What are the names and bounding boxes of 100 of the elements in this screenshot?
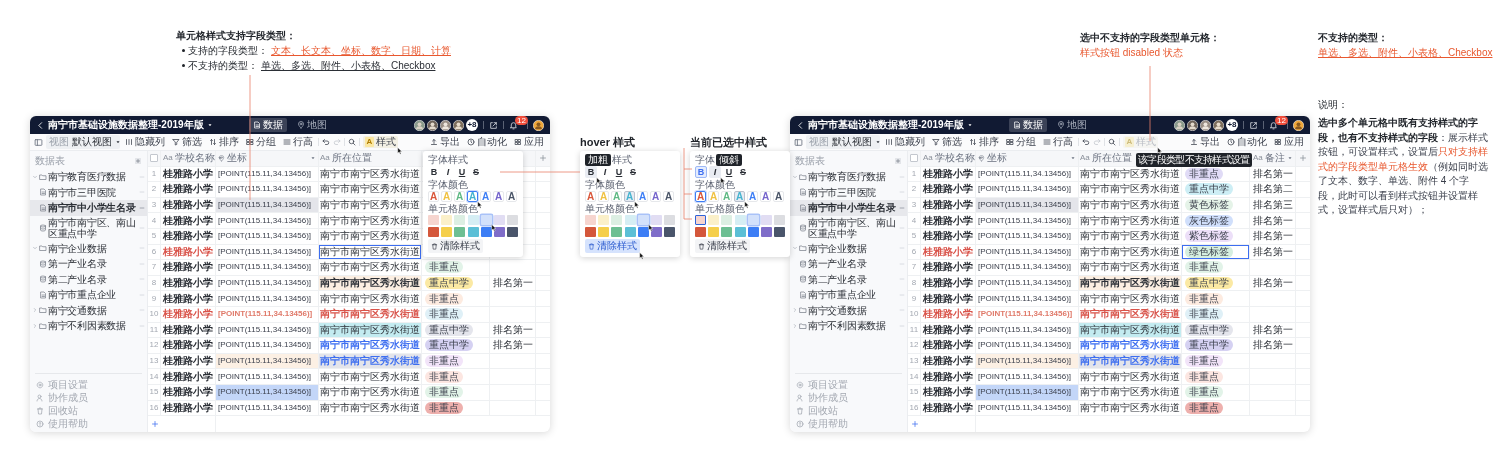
more-icon[interactable]	[899, 204, 905, 211]
share-icon[interactable]	[489, 120, 498, 130]
column-header[interactable]: 坐标	[976, 151, 1079, 166]
sidebar-item[interactable]: 南宁市南宁区、南山区重点中学	[790, 215, 907, 241]
sidebar-item[interactable]: 南宁市三甲医院	[790, 184, 907, 200]
back-button[interactable]	[36, 120, 45, 130]
apps-button[interactable]: 应用	[512, 136, 546, 148]
strikethrough-button[interactable]: S	[470, 166, 482, 178]
cell-color-swatch[interactable]	[774, 215, 786, 225]
cell-color-swatch[interactable]	[585, 215, 596, 225]
more-avatars-badge[interactable]: +8	[466, 119, 478, 131]
cell-color-swatch[interactable]	[624, 215, 636, 225]
sidebar-item[interactable]: 南宁市重点企业	[790, 287, 907, 303]
more-icon[interactable]	[139, 204, 145, 211]
cell-color-swatch[interactable]	[721, 215, 733, 225]
cell-color-swatch[interactable]	[441, 215, 453, 225]
font-color-option[interactable]: A	[695, 191, 706, 202]
sidebar-toggle-icon[interactable]	[34, 137, 43, 147]
bell-icon[interactable]	[1269, 120, 1278, 130]
sidebar-item[interactable]: 南宁市三甲医院	[30, 184, 147, 200]
sidebar-item[interactable]: 南宁企业数据	[790, 240, 907, 256]
cell-color-swatch[interactable]	[507, 227, 519, 237]
sidebar-item[interactable]: 南宁市中小学生名录	[790, 200, 907, 216]
avatar[interactable]	[414, 119, 425, 131]
cell-color-swatch[interactable]	[480, 227, 492, 237]
sidebar-item[interactable]: 南宁市重点企业	[30, 287, 147, 303]
cell-color-swatch[interactable]	[637, 227, 649, 237]
cell-color-swatch[interactable]	[664, 215, 676, 225]
automation-button[interactable]: 自动化	[1225, 136, 1269, 148]
cell-color-swatch[interactable]	[650, 227, 662, 237]
sidebar-item[interactable]: 南宁交通数据	[30, 302, 147, 318]
cell-color-swatch[interactable]	[493, 227, 505, 237]
italic-button[interactable]: I	[709, 166, 721, 178]
underline-button[interactable]: U	[723, 166, 735, 178]
search-icon[interactable]	[348, 138, 356, 146]
add-row-icon[interactable]	[151, 419, 159, 428]
sidebar-item[interactable]: 第一产业名录	[30, 256, 147, 272]
select-all-checkbox[interactable]	[150, 154, 158, 163]
cell-color-swatch[interactable]	[611, 215, 623, 225]
caret-icon[interactable]	[206, 122, 213, 128]
cell-color-swatch[interactable]	[454, 227, 466, 237]
cell-color-swatch[interactable]	[760, 227, 772, 237]
bold-button[interactable]: B	[585, 166, 597, 178]
redo-icon[interactable]	[1093, 138, 1101, 146]
row-height-button[interactable]: 行高	[281, 136, 315, 148]
italic-button[interactable]: I	[442, 166, 454, 178]
italic-button[interactable]: I	[599, 166, 611, 178]
cell-color-swatch[interactable]	[637, 215, 649, 225]
selected-cell[interactable]: 绿色标签	[1182, 244, 1250, 260]
avatar[interactable]	[427, 119, 438, 131]
bold-button[interactable]: B	[428, 166, 440, 178]
hide-columns-button[interactable]: 隐藏列	[883, 136, 927, 148]
cell-color-swatch[interactable]	[695, 215, 706, 225]
automation-button[interactable]: 自动化	[465, 136, 509, 148]
chevron-icon[interactable]	[32, 173, 38, 180]
sidebar-item[interactable]: 南宁市南宁区、南山区重点中学	[30, 215, 147, 241]
avatar[interactable]	[1213, 119, 1224, 131]
cell-color-swatch[interactable]	[760, 215, 772, 225]
sidebar-item[interactable]: 南宁教育医疗数据	[30, 169, 147, 185]
row-height-button[interactable]: 行高	[1041, 136, 1075, 148]
font-color-option[interactable]: A	[663, 191, 674, 202]
font-color-option[interactable]: A	[428, 191, 439, 202]
hide-columns-button[interactable]: 隐藏列	[123, 136, 167, 148]
avatar[interactable]	[453, 119, 464, 131]
more-avatars-badge[interactable]: +8	[1226, 119, 1238, 131]
chevron-icon[interactable]	[792, 173, 798, 180]
tab[interactable]: 地图	[1053, 118, 1091, 132]
clear-style-button[interactable]: 清除样式	[585, 239, 640, 253]
font-color-option[interactable]: A	[493, 191, 504, 202]
chevron-icon[interactable]	[32, 307, 38, 314]
tab[interactable]: 地图	[293, 118, 331, 132]
add-column-icon[interactable]	[539, 154, 547, 163]
column-header[interactable]: Aa 所在位置	[319, 151, 422, 166]
sidebar-item[interactable]: 南宁不利因素数据	[790, 318, 907, 334]
avatar[interactable]	[1293, 119, 1304, 131]
column-header[interactable]: Aa 学校名称	[161, 151, 216, 166]
font-color-option[interactable]: A	[506, 191, 517, 202]
cell-color-swatch[interactable]	[721, 227, 733, 237]
cell-color-swatch[interactable]	[747, 215, 759, 225]
add-column-icon[interactable]	[1299, 154, 1307, 163]
caret-icon[interactable]	[966, 122, 973, 128]
font-color-option[interactable]: A	[650, 191, 661, 202]
add-row-icon[interactable]	[911, 419, 919, 428]
cell-color-swatch[interactable]	[650, 215, 662, 225]
font-color-option[interactable]: A	[585, 191, 596, 202]
select-all-checkbox[interactable]	[910, 154, 918, 163]
filter-button[interactable]: 筛选	[170, 136, 204, 148]
cell-color-swatch[interactable]	[507, 215, 519, 225]
font-color-option[interactable]: A	[480, 191, 491, 202]
chevron-icon[interactable]	[32, 322, 38, 329]
cell-color-swatch[interactable]	[467, 227, 479, 237]
chevron-icon[interactable]	[792, 307, 798, 314]
cell-color-swatch[interactable]	[598, 215, 610, 225]
sidebar-item[interactable]: 第一产业名录	[790, 256, 907, 272]
cell-color-swatch[interactable]	[585, 227, 596, 237]
cell-color-swatch[interactable]	[734, 215, 746, 225]
redo-icon[interactable]	[333, 138, 341, 146]
cell-color-swatch[interactable]	[708, 215, 720, 225]
bell-icon[interactable]	[509, 120, 518, 130]
column-header[interactable]: Aa 学校名称	[921, 151, 976, 166]
